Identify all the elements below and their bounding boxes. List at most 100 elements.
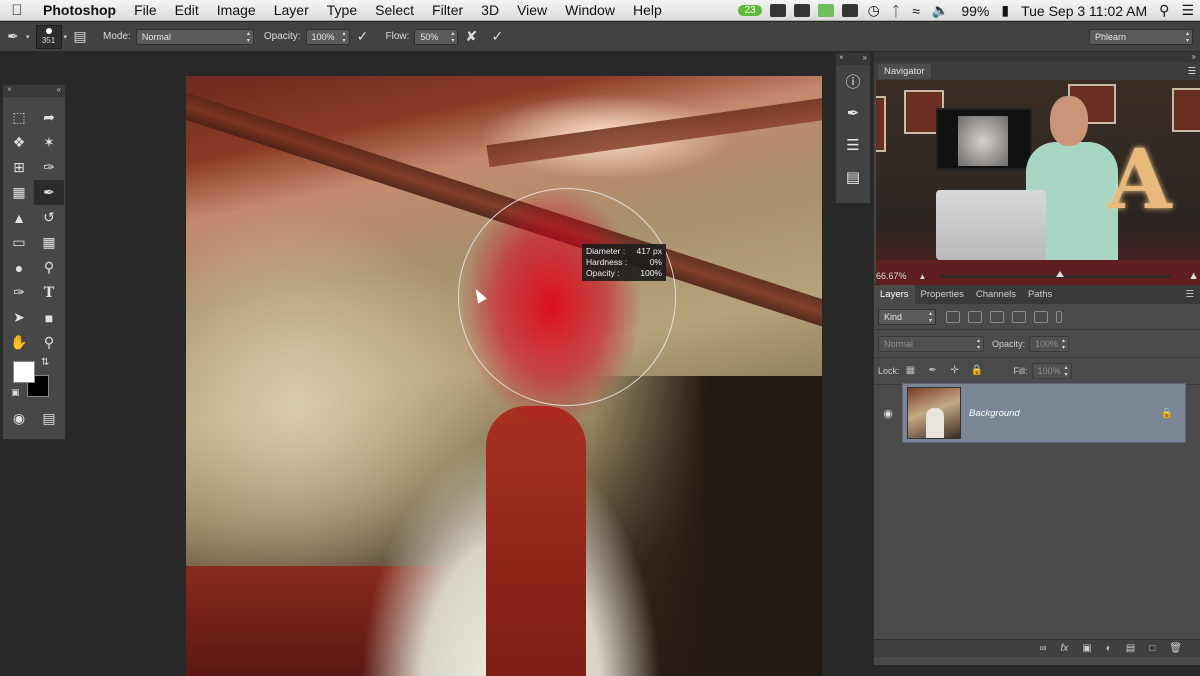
history-brush-tool-icon[interactable]: ↺ [34, 205, 64, 230]
collapse-icon[interactable]: » [1192, 52, 1196, 62]
menu-window[interactable]: Window [556, 2, 624, 18]
visibility-eye-icon[interactable]: ◉ [874, 407, 902, 420]
time-machine-icon[interactable]: ◷ [862, 2, 886, 19]
pen-tool-icon[interactable]: ✑ [4, 280, 34, 305]
path-selection-tool-icon[interactable]: ➤ [4, 305, 34, 330]
menu-type[interactable]: Type [318, 2, 366, 18]
filter-toggle[interactable] [1056, 310, 1062, 323]
marquee-tool-icon[interactable]: ⬚ [4, 105, 34, 130]
clone-stamp-tool-icon[interactable]: ▲ [4, 205, 34, 230]
apple-menu-icon[interactable]:  [0, 2, 34, 19]
battery-meter-icon[interactable] [817, 4, 834, 17]
document-canvas[interactable]: Diameter : 417 px Hardness : 0% Opacity : 1… [186, 76, 822, 676]
magic-wand-tool-icon[interactable]: ✶ [34, 130, 64, 155]
app-menu[interactable]: Photoshop [34, 2, 125, 18]
tools-panel-header[interactable]: × « [3, 85, 65, 97]
lock-all-icon[interactable]: 🔒 [971, 365, 983, 377]
lasso-tool-icon[interactable]: ❖ [4, 130, 34, 155]
pixel-filter-icon[interactable] [946, 310, 960, 323]
menu-view[interactable]: View [508, 2, 556, 18]
hand-tool-icon[interactable]: ✋ [4, 330, 34, 355]
adjustments-icon[interactable]: ☰ [836, 129, 870, 161]
menu-select[interactable]: Select [366, 2, 423, 18]
brush-presets-icon[interactable]: ✒ [836, 97, 870, 129]
bluetooth-icon[interactable]: ᛏ [886, 3, 906, 19]
crop-tool-icon[interactable]: ⊞ [4, 155, 34, 180]
workspace-select[interactable]: Phlearn [1089, 28, 1193, 45]
flow-field[interactable]: 50% [414, 28, 459, 45]
dropbox-icon[interactable] [793, 4, 810, 17]
layer-opacity-field[interactable]: 100% [1029, 335, 1070, 352]
battery-percent[interactable]: 99% [955, 3, 995, 19]
brush-preset-picker[interactable]: 351 [35, 24, 62, 49]
expand-icon[interactable]: » [863, 53, 867, 65]
lock-transparent-icon[interactable]: ▦ [905, 365, 917, 377]
tab-paths[interactable]: Paths [1022, 285, 1058, 304]
lock-image-icon[interactable]: ✒ [927, 365, 939, 377]
eraser-tool-icon[interactable]: ▭ [4, 230, 34, 255]
brush-tool-icon[interactable]: ✒ [34, 180, 64, 205]
new-layer-icon[interactable]: □ [1149, 643, 1155, 654]
move-tool-icon[interactable]: ➦ [34, 105, 64, 130]
default-colors-icon[interactable]: ▣ [11, 387, 20, 398]
icon-strip-header[interactable]: × » [836, 53, 870, 65]
menu-help[interactable]: Help [624, 2, 671, 18]
new-group-icon[interactable]: ▤ [1126, 643, 1135, 654]
zoom-out-icon[interactable]: ▲ [919, 272, 927, 281]
layer-thumbnail[interactable] [907, 387, 961, 439]
healing-brush-tool-icon[interactable]: ▦ [4, 180, 34, 205]
grid-icon[interactable] [769, 4, 786, 17]
close-icon[interactable]: × [7, 85, 12, 97]
eyedropper-tool-icon[interactable]: ✑ [34, 155, 64, 180]
menu-layer[interactable]: Layer [265, 2, 318, 18]
menu-image[interactable]: Image [208, 2, 265, 18]
adjustment-layer-icon[interactable]: ◐ [1106, 643, 1112, 654]
layer-row[interactable]: ◉ Background 🔒 [874, 383, 1200, 443]
filter-kind-select[interactable]: Kind [878, 308, 936, 325]
tab-properties[interactable]: Properties [915, 285, 970, 304]
menu-file[interactable]: File [125, 2, 166, 18]
airplay-icon[interactable] [841, 4, 858, 17]
quick-mask-icon[interactable]: ◉ [4, 407, 34, 429]
gradient-tool-icon[interactable]: ▦ [34, 230, 64, 255]
add-mask-icon[interactable]: ▣ [1082, 643, 1091, 654]
tab-channels[interactable]: Channels [970, 285, 1022, 304]
panel-menu-icon[interactable]: ☰ [1179, 285, 1200, 304]
swap-colors-icon[interactable]: ⇅ [41, 357, 49, 368]
navigator-preview[interactable]: A [876, 80, 1200, 288]
type-filter-icon[interactable] [990, 310, 1004, 323]
foreground-color[interactable] [13, 361, 35, 383]
menu-edit[interactable]: Edit [166, 2, 208, 18]
volume-icon[interactable]: 🔈 [926, 2, 955, 19]
blend-mode-select[interactable]: Normal [878, 335, 984, 352]
brush-panel-toggle-icon[interactable]: ▤ [70, 27, 90, 47]
collapse-icon[interactable]: « [57, 85, 61, 97]
rectangle-tool-icon[interactable]: ■ [34, 305, 64, 330]
lock-position-icon[interactable]: ✛ [949, 365, 961, 377]
panel-collapse-bar[interactable]: » [874, 52, 1200, 62]
pressure-size-icon[interactable]: ✓ [487, 27, 507, 47]
screen-mode-icon[interactable]: ▤ [34, 407, 64, 429]
blur-tool-icon[interactable]: ● [4, 255, 34, 280]
zoom-in-icon[interactable]: ▲ [1188, 270, 1199, 282]
smart-object-filter-icon[interactable] [1034, 310, 1048, 323]
zoom-slider-knob[interactable] [1056, 270, 1065, 277]
zoom-tool-icon[interactable]: ⚲ [34, 330, 64, 355]
notification-center-icon[interactable]: ☰ [1175, 2, 1200, 19]
layer-style-icon[interactable]: fx [1061, 643, 1069, 654]
tool-preset-chevron-icon[interactable]: ▾ [26, 33, 30, 41]
adjustment-filter-icon[interactable] [968, 310, 982, 323]
clock[interactable]: Tue Sep 3 11:02 AM [1015, 3, 1153, 19]
fill-field[interactable]: 100% [1031, 363, 1072, 379]
brush-tool-preset-icon[interactable]: ✒ [3, 27, 23, 47]
menu-filter[interactable]: Filter [423, 2, 472, 18]
battery-icon[interactable]: ▮ [995, 2, 1015, 19]
airbrush-icon[interactable]: ✘ [461, 27, 481, 47]
layer-selected[interactable]: Background 🔒 [902, 383, 1186, 443]
zoom-slider[interactable] [940, 270, 1171, 278]
navigator-zoom-value[interactable]: 66.67% [876, 271, 907, 281]
link-layers-icon[interactable]: ∞ [1039, 643, 1046, 654]
tab-layers[interactable]: Layers [874, 285, 915, 304]
close-icon[interactable]: × [839, 53, 844, 65]
brush-preset-chevron-icon[interactable]: ▾ [64, 33, 68, 41]
